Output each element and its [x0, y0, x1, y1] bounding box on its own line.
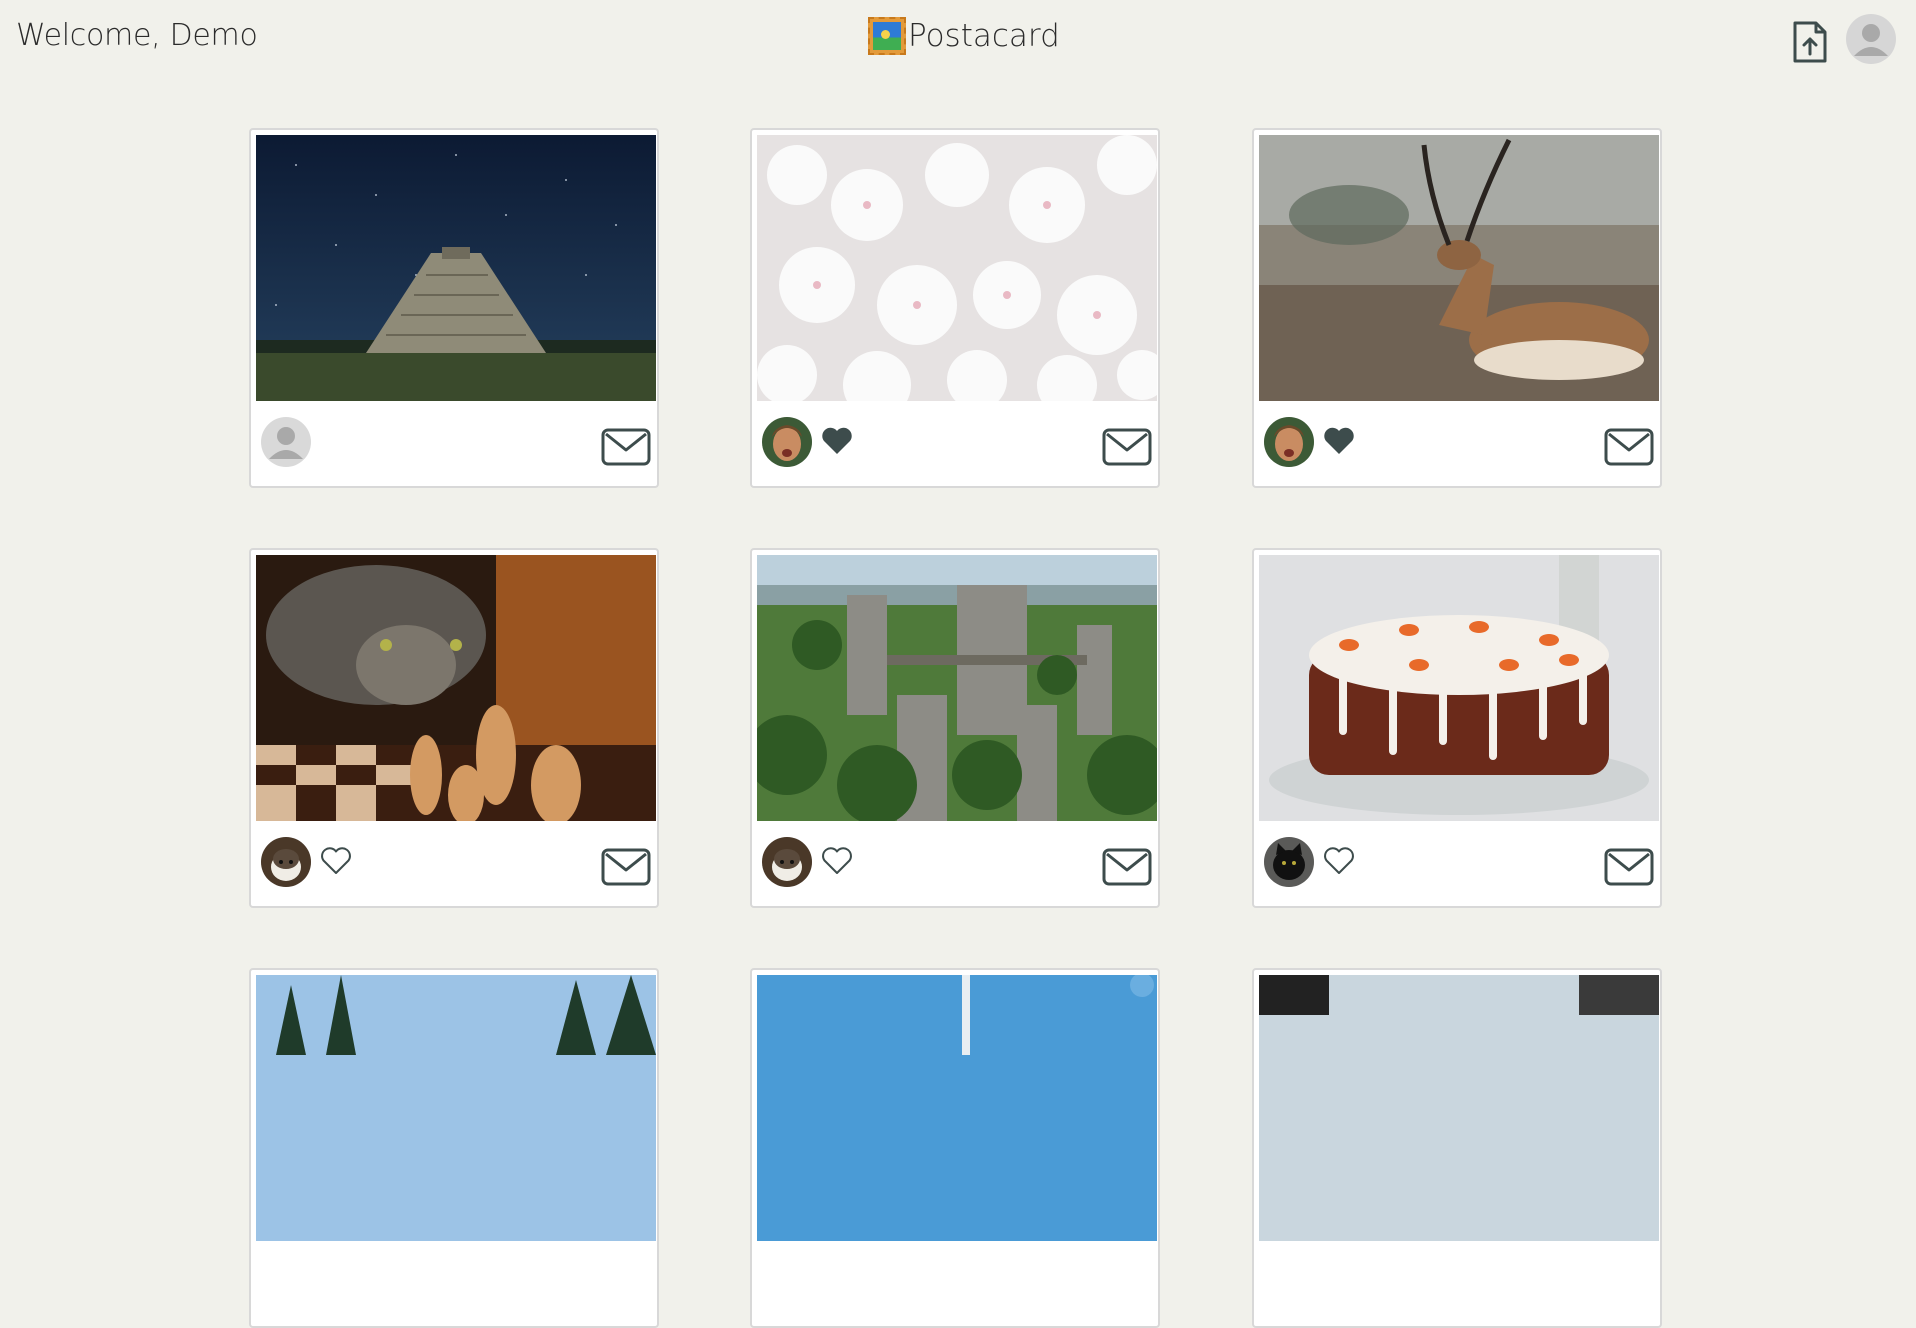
user-avatar-icon[interactable] [762, 417, 812, 467]
postcard-card[interactable] [750, 968, 1160, 1328]
heart-outline-icon[interactable] [820, 846, 854, 876]
top-bar: Welcome, Demo Postacard [0, 0, 1916, 80]
heart-outline-icon[interactable] [319, 846, 353, 876]
envelope-icon[interactable] [1102, 848, 1152, 886]
postcard-card[interactable] [249, 968, 659, 1328]
cloudy-mountain-photo[interactable] [1259, 975, 1659, 1241]
heart-filled-icon[interactable] [820, 426, 854, 456]
user-avatar-icon[interactable] [1264, 837, 1314, 887]
rock-bridge-photo[interactable] [757, 555, 1157, 821]
brand[interactable]: Postacard [868, 14, 1060, 58]
postcard-card[interactable] [750, 548, 1160, 908]
blue-sky-photo[interactable] [757, 975, 1157, 1241]
user-avatar-icon[interactable] [1264, 417, 1314, 467]
postcard-card[interactable] [249, 548, 659, 908]
user-avatar-icon[interactable] [762, 837, 812, 887]
postage-stamp-logo-icon [868, 17, 906, 55]
postcard-card[interactable] [249, 128, 659, 488]
heart-outline-icon[interactable] [1322, 846, 1356, 876]
postcard-card[interactable] [1252, 968, 1662, 1328]
envelope-icon[interactable] [1604, 848, 1654, 886]
antelope-photo[interactable] [1259, 135, 1659, 401]
brand-name: Postacard [908, 18, 1060, 54]
profile-avatar-icon[interactable] [1846, 14, 1896, 64]
user-avatar-icon[interactable] [261, 417, 311, 467]
pyramid-photo[interactable] [256, 135, 656, 401]
cherry-blossom-photo[interactable] [757, 135, 1157, 401]
envelope-icon[interactable] [1604, 428, 1654, 466]
heart-filled-icon[interactable] [1322, 426, 1356, 456]
user-avatar-icon[interactable] [261, 837, 311, 887]
welcome-message: Welcome, Demo [16, 18, 258, 53]
upload-file-icon[interactable] [1792, 20, 1828, 64]
postcard-card[interactable] [1252, 548, 1662, 908]
envelope-icon[interactable] [601, 848, 651, 886]
postcard-card[interactable] [1252, 128, 1662, 488]
carrot-cake-photo[interactable] [1259, 555, 1659, 821]
envelope-icon[interactable] [601, 428, 651, 466]
postcard-card[interactable] [750, 128, 1160, 488]
forest-photo[interactable] [256, 975, 656, 1241]
cat-chess-photo[interactable] [256, 555, 656, 821]
envelope-icon[interactable] [1102, 428, 1152, 466]
